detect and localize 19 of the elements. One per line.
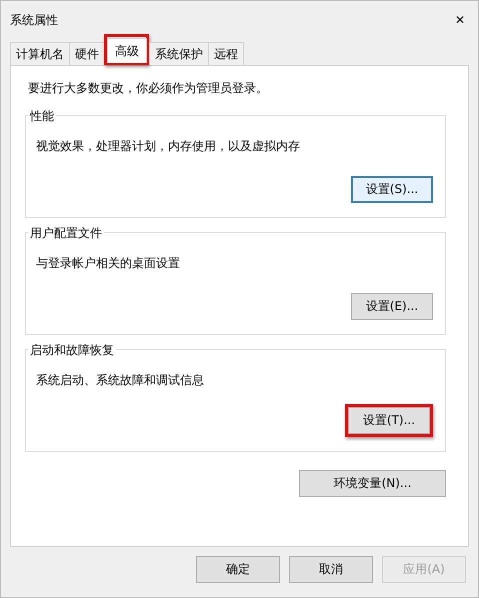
- notice-text: 要进行大多数更改，你必须作为管理员登录。: [27, 80, 269, 97]
- tab[interactable]: 高级: [107, 38, 147, 63]
- group-title: 启动和故障恢复: [28, 342, 116, 359]
- tab[interactable]: 远程: [208, 42, 244, 65]
- settings-button[interactable]: 设置(E)...: [351, 293, 433, 320]
- window-title: 系统属性: [10, 12, 58, 28]
- dialog-button[interactable]: 取消: [289, 556, 373, 583]
- tab[interactable]: 系统保护: [149, 42, 209, 65]
- settings-button[interactable]: 设置(S)...: [351, 176, 433, 203]
- group-description: 视觉效果，处理器计划，内存使用，以及虚拟内存: [36, 138, 301, 155]
- tab[interactable]: 计算机名: [10, 42, 70, 65]
- close-icon[interactable]: ✕: [450, 13, 470, 27]
- group-description: 系统启动、系统故障和调试信息: [36, 372, 205, 389]
- group-description: 与登录帐户相关的桌面设置: [36, 255, 181, 272]
- group-title: 性能: [28, 108, 56, 125]
- group-title: 用户配置文件: [28, 225, 104, 242]
- settings-button[interactable]: 设置(T)...: [348, 407, 430, 434]
- dialog-button[interactable]: 确定: [196, 556, 280, 583]
- environment-variables-button[interactable]: 环境变量(N)...: [299, 470, 446, 497]
